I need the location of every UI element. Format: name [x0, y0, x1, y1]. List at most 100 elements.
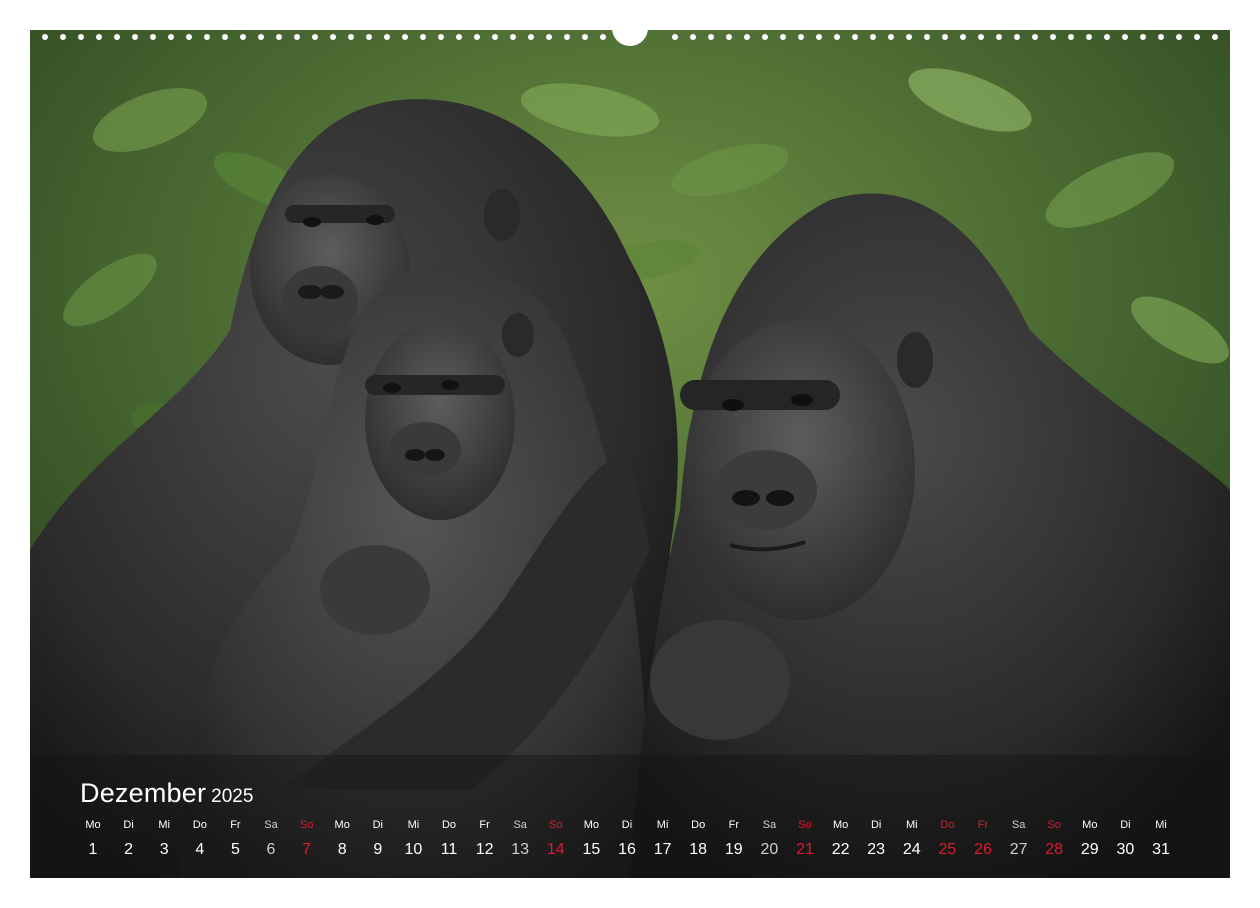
binding-hole	[906, 34, 912, 40]
day-number: 8	[337, 841, 347, 858]
binding-hole	[528, 34, 534, 40]
binding-hole	[438, 34, 444, 40]
weekday-label: Mo	[832, 819, 849, 831]
binding-hole	[456, 34, 462, 40]
weekday-label: Mi	[905, 819, 918, 831]
binding-hole	[1140, 34, 1146, 40]
weekday-label: Do	[691, 819, 706, 831]
spiral-binding	[30, 18, 1230, 46]
weekday-label: Mi	[407, 819, 420, 831]
binding-hole	[420, 34, 426, 40]
month-title: Dezember 2025	[80, 778, 253, 809]
binding-hole	[276, 34, 282, 40]
binding-hole	[1212, 34, 1218, 40]
day-number: 15	[582, 841, 601, 858]
weekday-label: So	[798, 819, 812, 831]
day-number: 2	[124, 841, 134, 858]
binding-hole	[114, 34, 120, 40]
weekday-label: Mo	[334, 819, 350, 831]
day-number: 14	[546, 841, 565, 858]
weekday-label: Mi	[158, 819, 170, 831]
day-number: 10	[404, 841, 423, 858]
day-number: 13	[511, 841, 530, 858]
year-label: 2025	[211, 786, 254, 807]
binding-hole	[384, 34, 390, 40]
binding-hole	[168, 34, 174, 40]
weekday-label: Mi	[1155, 819, 1167, 831]
binding-hole	[852, 34, 858, 40]
binding-hole	[1032, 34, 1038, 40]
weekday-label: Mo	[85, 819, 101, 831]
day-number: 6	[266, 841, 276, 858]
binding-hole	[834, 34, 840, 40]
binding-hole	[996, 34, 1002, 40]
weekday-label: Sa	[264, 819, 278, 831]
hanger-notch	[612, 18, 648, 46]
binding-hole	[222, 34, 228, 40]
binding-hole	[150, 34, 156, 40]
weekday-label: Fr	[977, 819, 989, 831]
binding-hole	[1158, 34, 1164, 40]
binding-hole	[474, 34, 480, 40]
binding-hole	[186, 34, 192, 40]
month-name: Dezember	[80, 778, 207, 808]
binding-hole	[816, 34, 822, 40]
day-number: 1	[88, 841, 98, 858]
weekday-label: Di	[870, 819, 882, 831]
day-number: 7	[302, 841, 312, 858]
day-number: 16	[618, 841, 636, 858]
weekday-label: Sa	[513, 819, 527, 831]
day-number: 23	[867, 841, 886, 858]
weekday-label: So	[549, 819, 563, 831]
weekday-label: So	[1047, 819, 1061, 831]
weekday-label: Fr	[728, 819, 739, 831]
binding-hole	[492, 34, 498, 40]
day-number: 28	[1045, 841, 1064, 858]
binding-hole	[888, 34, 894, 40]
binding-hole	[1104, 34, 1110, 40]
weekday-label: Fr	[230, 819, 241, 831]
gorilla-photo	[30, 30, 1230, 878]
weekday-label: Fr	[479, 819, 490, 831]
binding-hole	[96, 34, 102, 40]
binding-hole	[924, 34, 930, 40]
binding-hole	[402, 34, 408, 40]
day-number: 25	[938, 841, 957, 858]
weekday-label: So	[299, 819, 314, 831]
day-number: 29	[1080, 841, 1099, 858]
calendar-band: Dezember 2025 Mo 1 Di 2 Mi 3 Do 4 Fr 5 Sa 6 So 7 Mo 8 Di 9…	[30, 755, 1230, 878]
binding-hole	[582, 34, 588, 40]
weekday-label: Mo	[1082, 819, 1098, 831]
weekday-label: Di	[123, 819, 134, 831]
weekday-label: Mi	[656, 819, 669, 831]
binding-hole	[1176, 34, 1182, 40]
day-number: 20	[760, 841, 779, 858]
binding-hole	[240, 34, 246, 40]
binding-hole	[348, 34, 354, 40]
binding-hole	[132, 34, 138, 40]
weekday-label: Do	[192, 819, 207, 831]
day-number: 9	[373, 841, 383, 858]
binding-hole	[726, 34, 732, 40]
binding-hole	[600, 34, 606, 40]
day-number: 26	[974, 841, 992, 858]
binding-hole	[870, 34, 876, 40]
weekday-label: Sa	[762, 819, 777, 831]
binding-hole	[294, 34, 300, 40]
binding-hole	[330, 34, 336, 40]
binding-hole	[60, 34, 66, 40]
binding-hole	[942, 34, 948, 40]
day-number: 27	[1009, 841, 1028, 858]
calendar-page: Dezember 2025 Mo 1 Di 2 Mi 3 Do 4 Fr 5 Sa 6 So 7 Mo 8 Di 9…	[0, 0, 1260, 908]
binding-hole	[672, 34, 678, 40]
day-number: 21	[796, 841, 814, 858]
day-number: 17	[653, 841, 672, 858]
weekday-label: Do	[940, 819, 955, 831]
day-number: 30	[1116, 841, 1135, 858]
weekday-label: Di	[1120, 819, 1131, 831]
binding-hole	[546, 34, 552, 40]
binding-hole	[1122, 34, 1128, 40]
binding-hole	[366, 34, 372, 40]
binding-hole	[42, 34, 48, 40]
binding-hole	[762, 34, 768, 40]
